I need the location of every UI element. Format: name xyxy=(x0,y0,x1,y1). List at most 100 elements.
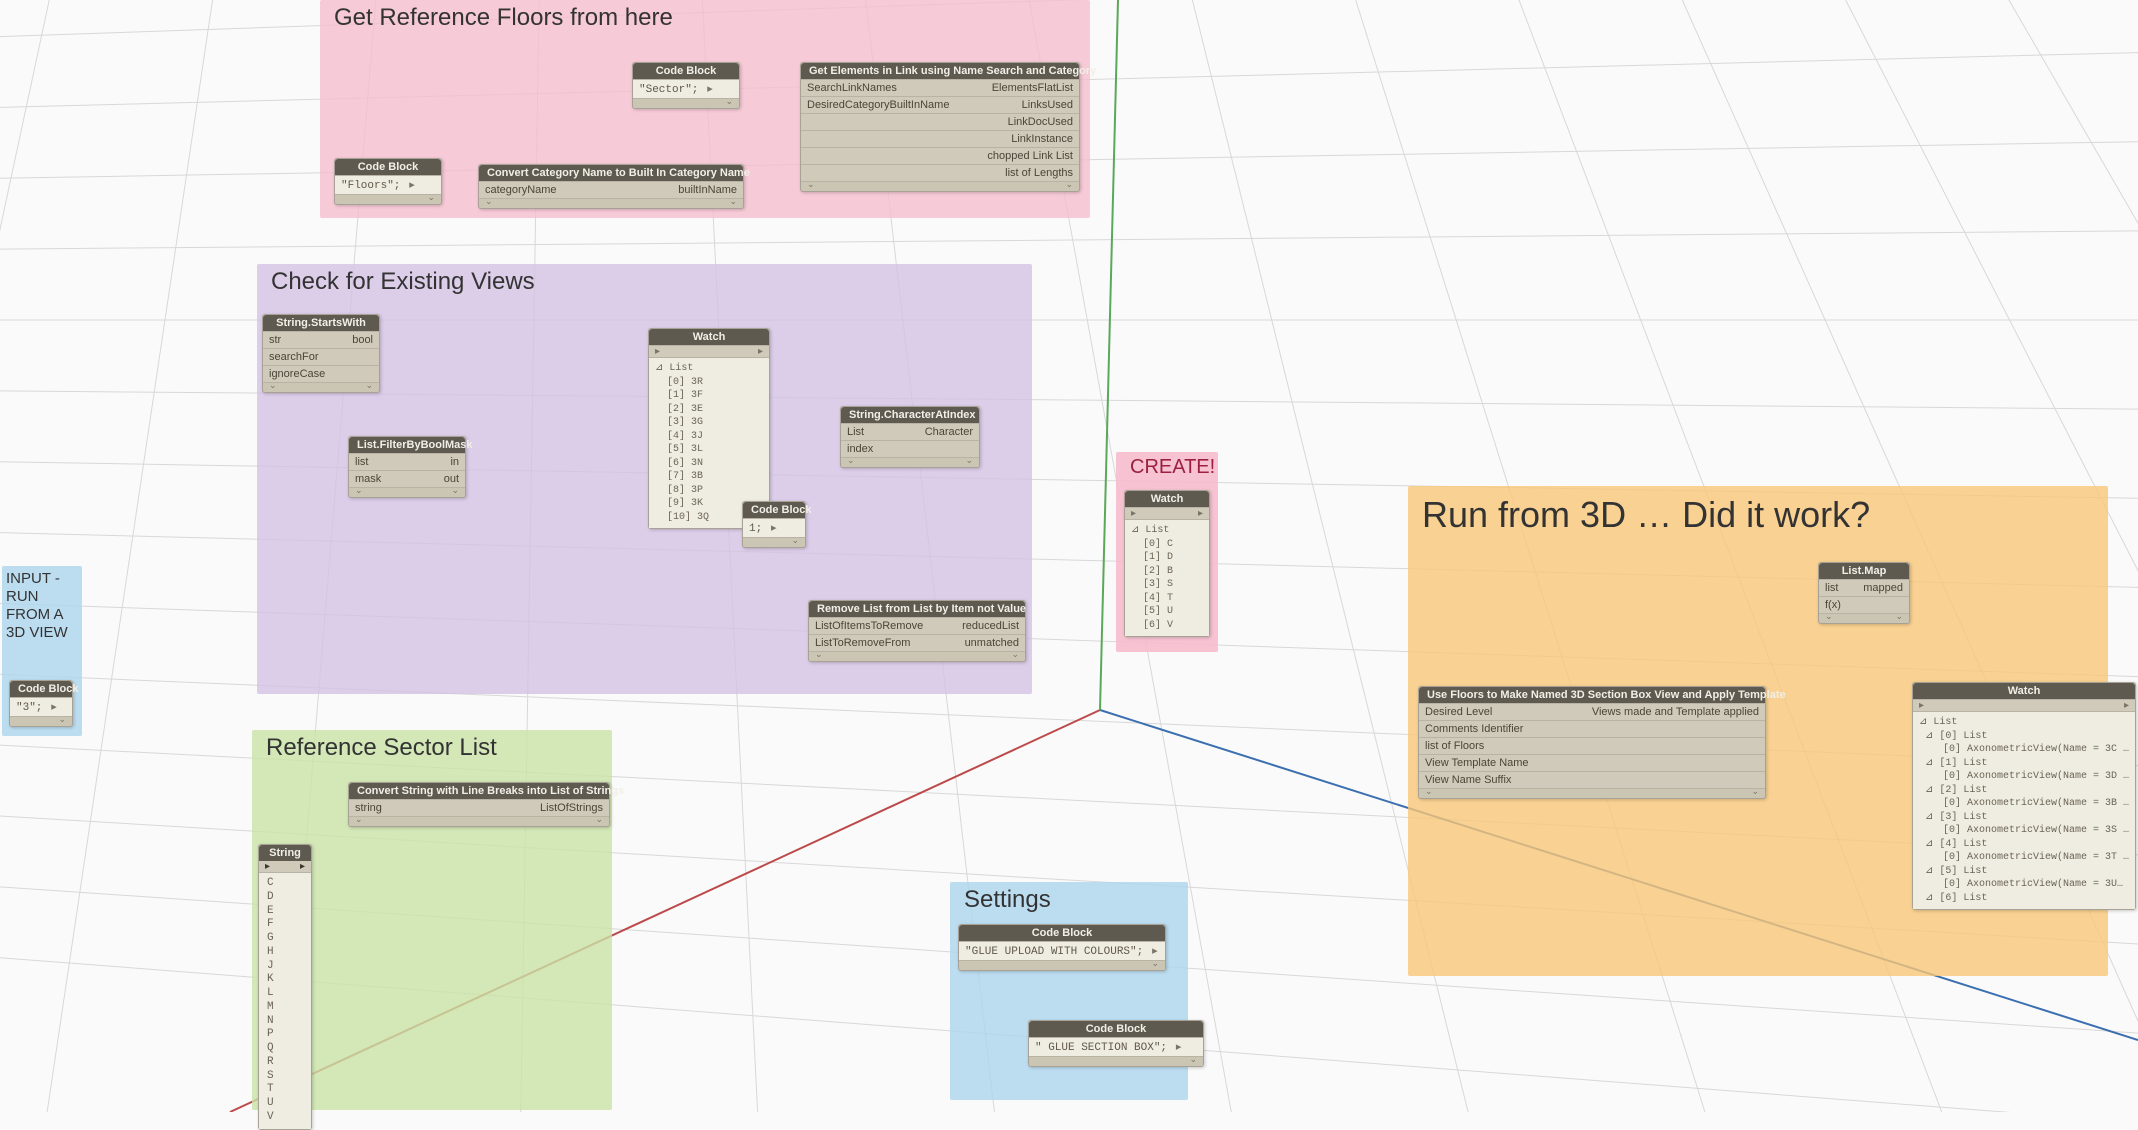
chevron-down-icon[interactable]: ⌄ xyxy=(1011,649,1019,660)
codeblock-sector[interactable]: Code Block "Sector"; ▸ ⌄ xyxy=(632,62,740,109)
group-label: Get Reference Floors from here xyxy=(334,4,673,32)
chevron-down-icon[interactable]: ⌄ xyxy=(1151,958,1159,969)
node-watch-existing[interactable]: Watch ▸▸ ⊿ List [0] 3R [1] 3F [2] 3E [3]… xyxy=(648,328,770,529)
group-label: Reference Sector List xyxy=(266,734,497,762)
output-port[interactable]: LinkInstance xyxy=(1005,131,1079,147)
chevron-down-icon[interactable]: ⌄ xyxy=(355,485,363,496)
node-title: Watch xyxy=(1125,491,1209,507)
chevron-down-icon[interactable]: ⌄ xyxy=(1895,611,1903,622)
codeblock-one[interactable]: Code Block 1; ▸ ⌄ xyxy=(742,501,806,548)
output-port[interactable]: chopped Link List xyxy=(981,148,1079,164)
input-port[interactable]: searchFor xyxy=(263,349,325,365)
chevron-down-icon[interactable]: ⌄ xyxy=(427,192,435,203)
chevron-down-icon[interactable]: ⌄ xyxy=(729,196,737,207)
node-title: List.Map xyxy=(1819,563,1909,579)
output-port[interactable]: Character xyxy=(919,424,979,440)
node-list-map[interactable]: List.Map list mapped f(x) ⌄ ⌄ xyxy=(1818,562,1910,624)
output-port[interactable]: ElementsFlatList xyxy=(986,80,1079,96)
chevron-down-icon[interactable]: ⌄ xyxy=(1189,1054,1197,1065)
group-label: Check for Existing Views xyxy=(271,268,535,296)
node-convert-string[interactable]: Convert String with Line Breaks into Lis… xyxy=(348,782,610,827)
input-port[interactable]: str xyxy=(263,332,287,348)
input-port[interactable]: ListToRemoveFrom xyxy=(809,635,916,651)
group-label: CREATE! xyxy=(1130,456,1215,479)
chevron-down-icon[interactable]: ⌄ xyxy=(847,455,855,466)
input-port[interactable]: list xyxy=(349,454,374,470)
node-title: Watch xyxy=(1913,683,2135,699)
output-caret-icon[interactable]: ▸ xyxy=(758,346,763,357)
input-port[interactable]: list xyxy=(1819,580,1844,596)
output-port[interactable]: Views made and Template applied xyxy=(1586,704,1765,720)
output-port[interactable]: LinksUsed xyxy=(1016,97,1079,113)
chevron-down-icon[interactable]: ⌄ xyxy=(1425,786,1433,797)
group-label: Run from 3D … Did it work? xyxy=(1422,494,1870,536)
chevron-down-icon[interactable]: ⌄ xyxy=(1751,786,1759,797)
node-string-list[interactable]: String ▸▸ C D E F G H J K L M N P Q R S … xyxy=(258,844,312,1130)
input-port[interactable]: ListOfItemsToRemove xyxy=(809,618,929,634)
node-watch-result[interactable]: Watch ▸▸ ⊿ List ⊿ [0] List [0] Axonometr… xyxy=(1912,682,2136,910)
node-title: Code Block xyxy=(1029,1021,1203,1037)
code-text[interactable]: "3"; xyxy=(16,702,49,714)
chevron-down-icon[interactable]: ⌄ xyxy=(1065,179,1073,190)
code-text[interactable]: "Floors"; xyxy=(341,180,407,192)
chevron-down-icon[interactable]: ⌄ xyxy=(355,814,363,825)
chevron-down-icon[interactable]: ⌄ xyxy=(791,535,799,546)
output-caret-icon[interactable]: ▸ xyxy=(300,861,305,872)
input-caret-icon[interactable]: ▸ xyxy=(1919,700,1924,711)
output-caret-icon: ▸ xyxy=(1174,1040,1184,1054)
chevron-down-icon[interactable]: ⌄ xyxy=(1825,611,1833,622)
node-char-at-index[interactable]: String.CharacterAtIndex ListCharacter in… xyxy=(840,406,980,468)
input-port[interactable]: list of Floors xyxy=(1419,738,1490,754)
chevron-down-icon[interactable]: ⌄ xyxy=(807,179,815,190)
input-port[interactable]: DesiredCategoryBuiltInName xyxy=(801,97,955,113)
node-use-floors[interactable]: Use Floors to Make Named 3D Section Box … xyxy=(1418,686,1766,799)
node-string-startswith[interactable]: String.StartsWith strbool searchFor igno… xyxy=(262,314,380,393)
chevron-down-icon[interactable]: ⌄ xyxy=(965,455,973,466)
codeblock-glue-colours[interactable]: Code Block "GLUE UPLOAD WITH COLOURS"; ▸… xyxy=(958,924,1166,971)
input-caret-icon[interactable]: ▸ xyxy=(1131,508,1136,519)
input-port[interactable]: View Template Name xyxy=(1419,755,1535,771)
node-title: Code Block xyxy=(959,925,1165,941)
chevron-down-icon[interactable]: ⌄ xyxy=(725,96,733,107)
node-title: Code Block xyxy=(10,681,72,697)
codeblock-glue-sectionbox[interactable]: Code Block " GLUE SECTION BOX"; ▸ ⌄ xyxy=(1028,1020,1204,1067)
string-content[interactable]: C D E F G H J K L M N P Q R S T U V xyxy=(259,872,311,1129)
output-port[interactable]: LinkDocUsed xyxy=(1002,114,1079,130)
node-title: Code Block xyxy=(743,502,805,518)
output-port[interactable]: mapped xyxy=(1857,580,1909,596)
input-port[interactable]: f(x) xyxy=(1819,597,1847,613)
output-caret-icon: ▸ xyxy=(1150,944,1160,958)
input-port[interactable]: SearchLinkNames xyxy=(801,80,903,96)
chevron-down-icon[interactable]: ⌄ xyxy=(595,814,603,825)
code-text[interactable]: "Sector"; xyxy=(639,84,705,96)
output-caret-icon[interactable]: ▸ xyxy=(1198,508,1203,519)
codeblock-three[interactable]: Code Block "3"; ▸ ⌄ xyxy=(9,680,73,727)
input-caret-icon[interactable]: ▸ xyxy=(265,861,270,872)
output-port[interactable]: in xyxy=(444,454,465,470)
input-port[interactable]: List xyxy=(841,424,870,440)
input-port[interactable]: View Name Suffix xyxy=(1419,772,1517,788)
chevron-down-icon[interactable]: ⌄ xyxy=(815,649,823,660)
node-convert-category[interactable]: Convert Category Name to Built In Catego… xyxy=(478,164,744,209)
input-caret-icon[interactable]: ▸ xyxy=(655,346,660,357)
codeblock-floors[interactable]: Code Block "Floors"; ▸ ⌄ xyxy=(334,158,442,205)
code-text[interactable]: "GLUE UPLOAD WITH COLOURS"; xyxy=(965,946,1150,958)
node-watch-create[interactable]: Watch ▸▸ ⊿ List [0] C [1] D [2] B [3] S … xyxy=(1124,490,1210,637)
output-port[interactable]: reducedList xyxy=(956,618,1025,634)
code-text[interactable]: 1; xyxy=(749,523,769,535)
output-port[interactable]: bool xyxy=(346,332,379,348)
input-port[interactable]: Desired Level xyxy=(1419,704,1498,720)
node-get-elements[interactable]: Get Elements in Link using Name Search a… xyxy=(800,62,1080,192)
code-text[interactable]: " GLUE SECTION BOX"; xyxy=(1035,1042,1174,1054)
input-port[interactable]: Comments Identifier xyxy=(1419,721,1529,737)
chevron-down-icon[interactable]: ⌄ xyxy=(269,380,277,391)
chevron-down-icon[interactable]: ⌄ xyxy=(365,380,373,391)
chevron-down-icon[interactable]: ⌄ xyxy=(485,196,493,207)
chevron-down-icon[interactable]: ⌄ xyxy=(451,485,459,496)
chevron-down-icon[interactable]: ⌄ xyxy=(58,714,66,725)
node-filter-boolmask[interactable]: List.FilterByBoolMask listin maskout ⌄⌄ xyxy=(348,436,466,498)
output-caret-icon[interactable]: ▸ xyxy=(2124,700,2129,711)
node-remove-list[interactable]: Remove List from List by Item not Value … xyxy=(808,600,1026,662)
node-title: Convert String with Line Breaks into Lis… xyxy=(349,783,609,799)
node-title: String.StartsWith xyxy=(263,315,379,331)
